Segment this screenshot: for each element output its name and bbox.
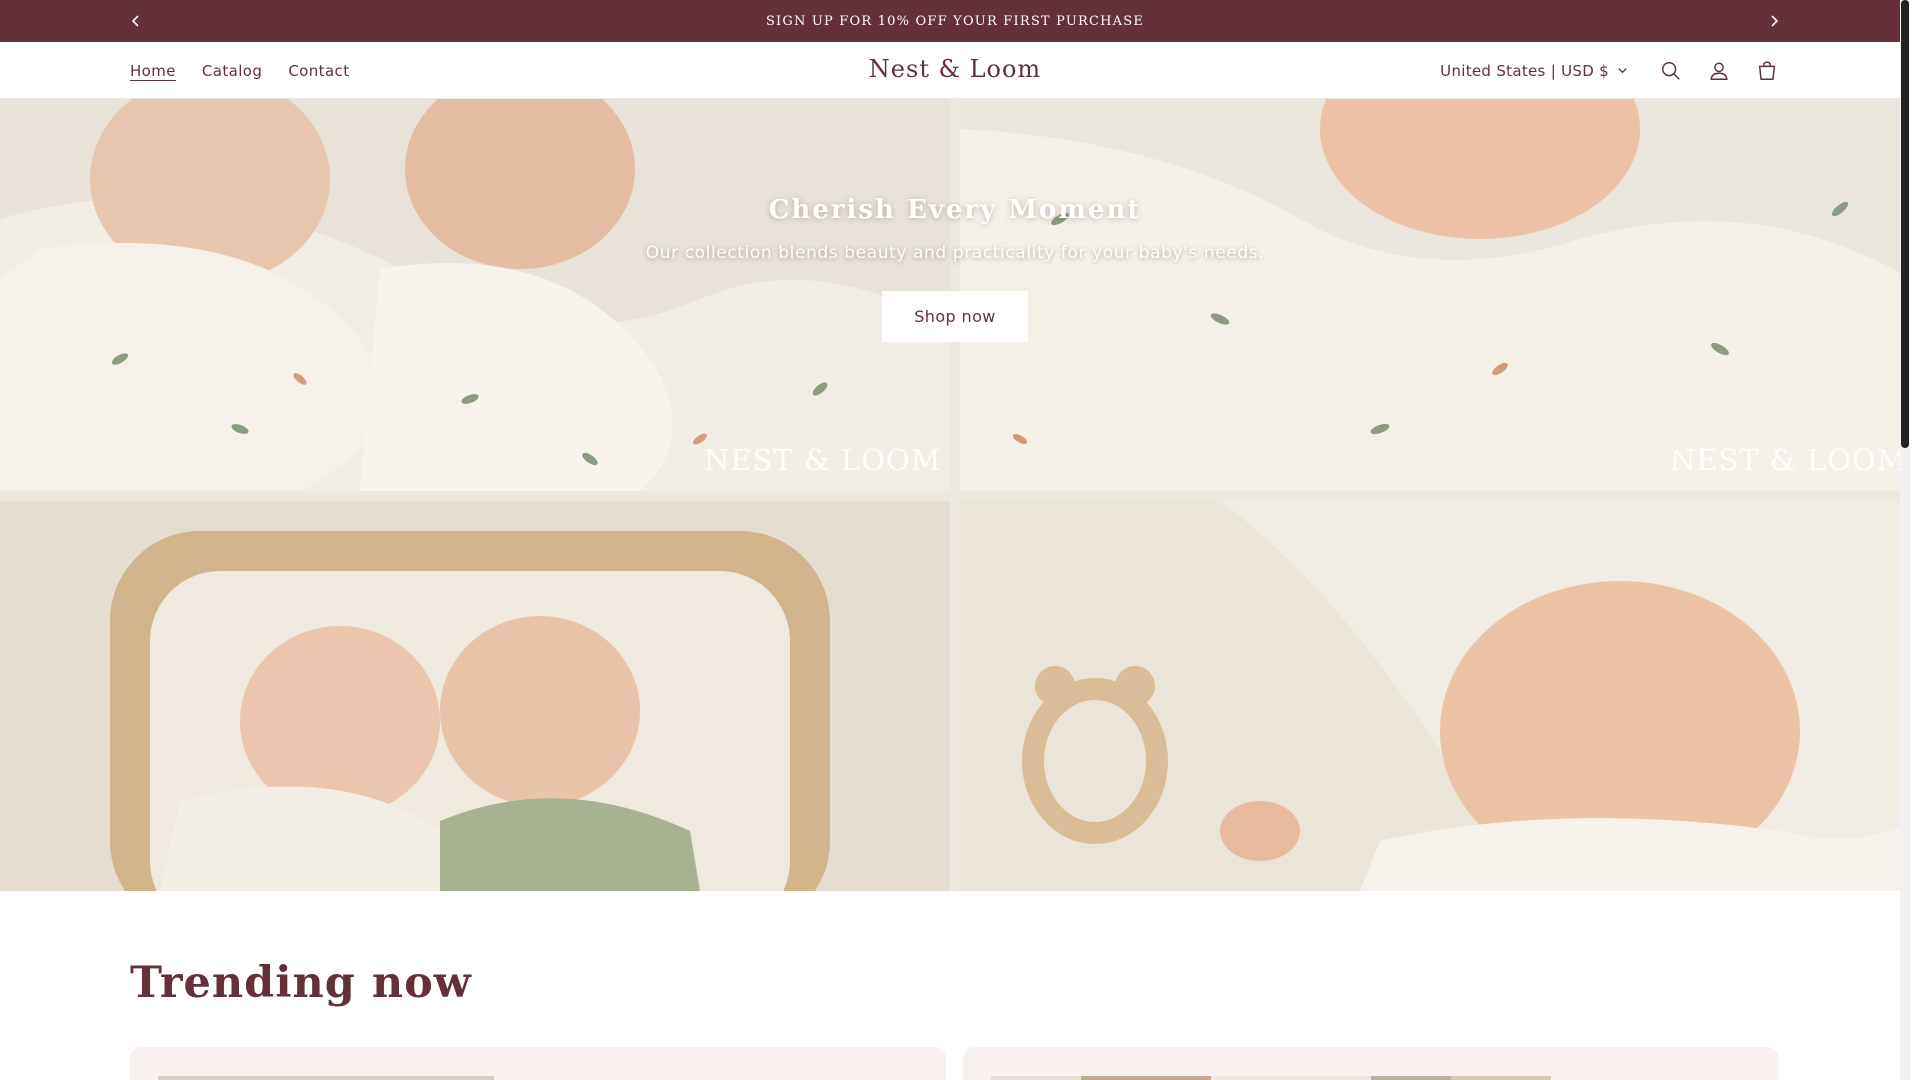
announcement-prev-button[interactable] — [122, 7, 150, 35]
hero-banner: NEST & LOOM NEST & LOOM Cherish Every Mo… — [0, 99, 1910, 891]
hero-watermark-2: NEST & LOOM — [1670, 443, 1908, 477]
currency-label: United States | USD $ — [1440, 61, 1609, 80]
hero-image-baby-teether — [960, 501, 1910, 891]
product-card[interactable] — [130, 1047, 946, 1080]
shop-now-button[interactable]: Shop now — [882, 291, 1028, 342]
page-scrollbar[interactable] — [1900, 0, 1910, 1080]
hero-image-twins-basket — [0, 501, 950, 891]
scrollbar-thumb[interactable] — [1901, 0, 1909, 448]
main-nav: Home Catalog Contact — [130, 42, 349, 99]
announcement-bar: SIGN UP FOR 10% OFF YOUR FIRST PURCHASE — [0, 0, 1910, 42]
nav-home-link[interactable]: Home — [130, 62, 176, 80]
hero-title: Cherish Every Moment — [768, 195, 1142, 225]
announcement-message: SIGN UP FOR 10% OFF YOUR FIRST PURCHASE — [765, 13, 1145, 29]
page: SIGN UP FOR 10% OFF YOUR FIRST PURCHASE … — [0, 0, 1910, 1080]
cart-button[interactable] — [1754, 58, 1780, 84]
product-card[interactable] — [963, 1047, 1779, 1080]
nav-contact-link[interactable]: Contact — [288, 62, 349, 80]
chevron-right-icon — [1771, 15, 1779, 27]
nav-catalog-link[interactable]: Catalog — [202, 62, 262, 80]
account-icon — [1710, 61, 1728, 80]
search-icon — [1662, 61, 1680, 80]
site-header: Home Catalog Contact Nest & Loom United … — [0, 42, 1910, 99]
header-actions: United States | USD $ — [1440, 42, 1780, 99]
currency-selector[interactable]: United States | USD $ — [1440, 62, 1628, 80]
chevron-down-icon — [1618, 68, 1627, 74]
hero-watermark-1: NEST & LOOM — [704, 443, 942, 477]
trending-title: Trending now — [130, 958, 472, 1008]
account-button[interactable] — [1706, 58, 1732, 84]
chevron-left-icon — [131, 15, 139, 27]
search-button[interactable] — [1658, 58, 1684, 84]
product-card-image — [158, 1076, 494, 1080]
product-card-image — [991, 1076, 1551, 1080]
hero-subtitle: Our collection blends beauty and practic… — [645, 243, 1265, 263]
hero-content: Cherish Every Moment Our collection blen… — [0, 195, 1910, 342]
cart-icon — [1758, 61, 1776, 80]
announcement-next-button[interactable] — [1760, 7, 1788, 35]
